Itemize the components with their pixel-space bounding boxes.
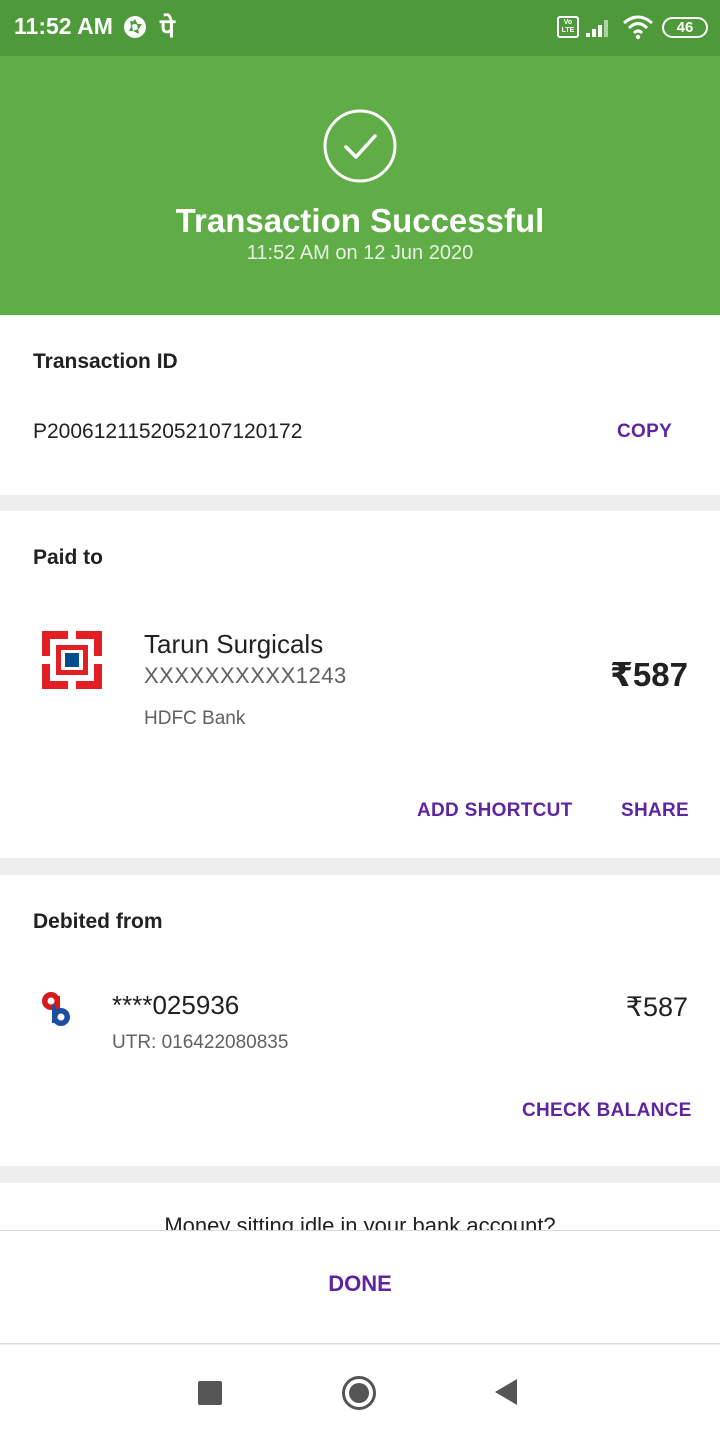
paid-to-card: Paid to Tarun Surgicals XXXXXXXXXX1243 H…	[0, 511, 720, 858]
add-shortcut-button[interactable]: ADD SHORTCUT	[417, 800, 573, 822]
debited-from-label: Debited from	[33, 910, 163, 933]
union-bank-logo	[42, 992, 70, 1026]
check-circle-icon	[323, 109, 397, 183]
payee-account: XXXXXXXXXX1243	[144, 663, 347, 688]
success-header: Transaction Successful 11:52 AM on 12 Ju…	[0, 56, 720, 315]
transaction-id-label: Transaction ID	[33, 350, 178, 373]
paid-amount: ₹587	[609, 656, 688, 693]
check-balance-button[interactable]: CHECK BALANCE	[522, 1100, 692, 1122]
status-time: 11:52 AM	[14, 13, 113, 39]
recent-apps-icon[interactable]	[198, 1381, 222, 1405]
status-bar: 11:52 AM पे Vo LTE 46	[0, 0, 720, 56]
success-timestamp: 11:52 AM on 12 Jun 2020	[246, 242, 474, 264]
share-button[interactable]: SHARE	[621, 800, 689, 822]
volte-icon: Vo LTE	[557, 16, 579, 38]
paid-to-label: Paid to	[33, 546, 104, 569]
debited-from-card: Debited from ****025936 UTR: 01642208083…	[0, 875, 720, 1166]
signal-icon	[586, 20, 608, 37]
transaction-id-value: P2006121152052107120172	[33, 420, 303, 443]
payee-name: Tarun Surgicals	[144, 629, 324, 659]
debit-amount: ₹587	[625, 992, 688, 1022]
done-bar: DONE	[0, 1230, 720, 1344]
copy-button[interactable]: COPY	[617, 421, 672, 443]
app-glyph: पे	[160, 14, 175, 44]
aperture-icon	[124, 16, 146, 38]
debit-utr: UTR: 016422080835	[112, 1032, 289, 1053]
payee-bank: HDFC Bank	[144, 708, 246, 729]
transaction-id-card: Transaction ID P2006121152052107120172 C…	[0, 315, 720, 495]
done-button[interactable]: DONE	[260, 1271, 460, 1297]
success-title: Transaction Successful	[175, 202, 545, 239]
hdfc-bank-logo	[42, 631, 102, 689]
home-icon[interactable]	[341, 1375, 377, 1411]
back-icon[interactable]	[493, 1377, 519, 1407]
system-nav-bar	[0, 1345, 720, 1440]
battery-icon: 46	[662, 17, 708, 38]
wifi-icon	[623, 15, 653, 40]
debit-account: ****025936	[112, 990, 240, 1020]
